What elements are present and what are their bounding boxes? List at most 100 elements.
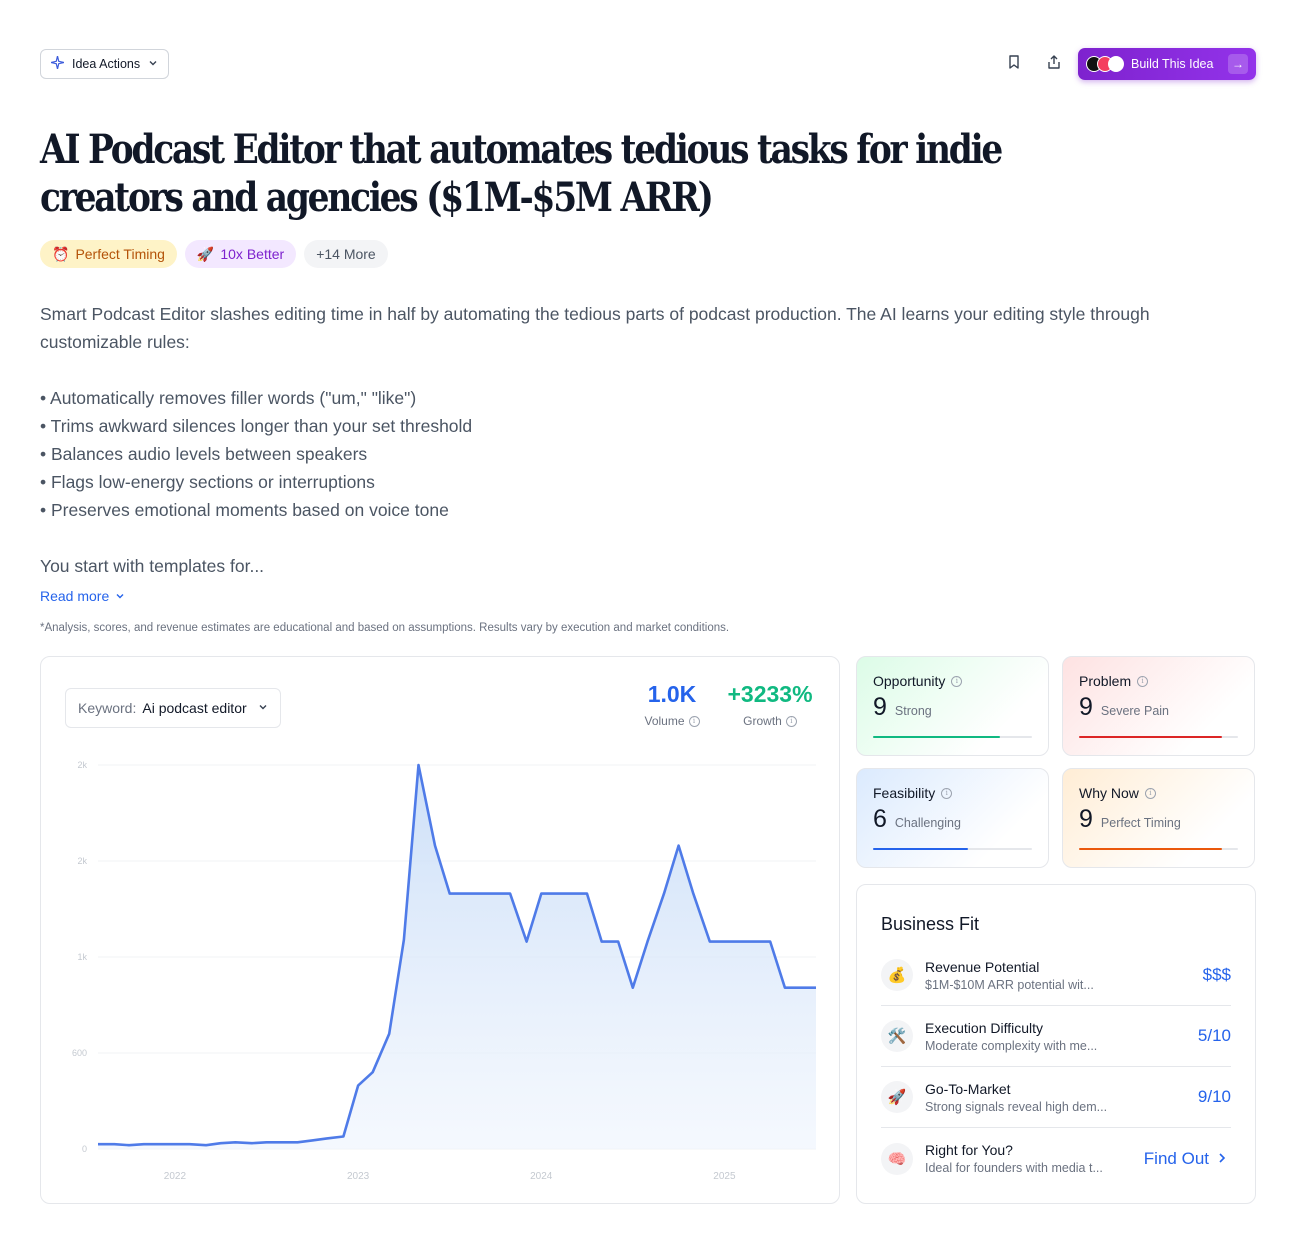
score-bar-fill [873, 736, 1001, 738]
read-more-label: Read more [40, 588, 110, 604]
score-value: 9 [1079, 693, 1093, 721]
business-fit-title: Business Fit [881, 914, 980, 934]
alarm-clock-icon: ⏰ [52, 245, 70, 262]
bookmark-button[interactable] [1002, 52, 1026, 76]
volume-stat: 1.0K Volume i [643, 681, 701, 728]
score-value: 6 [873, 805, 887, 833]
score-name: Why Now [1079, 785, 1139, 801]
row-subtitle: Strong signals reveal high dem... [925, 1099, 1108, 1114]
score-card-opportunity[interactable]: Opportunity i 9 Strong [856, 656, 1049, 756]
y-tick-label: 600 [72, 1048, 87, 1058]
description-outro: You start with templates for... [40, 556, 265, 576]
build-label: Build This Idea [1131, 57, 1214, 71]
tag-more-button[interactable]: +14 More [304, 240, 388, 268]
disclaimer: *Analysis, scores, and revenue estimates… [40, 622, 730, 634]
build-this-idea-button[interactable]: Build This Idea → [1078, 48, 1256, 80]
keyword-value: Ai podcast editor [142, 700, 247, 716]
arrow-right-icon: → [1228, 54, 1248, 74]
row-title: Execution Difficulty [925, 1019, 1044, 1036]
business-fit-row-revenue[interactable]: 💰 Revenue Potential $1M-$10M ARR potenti… [881, 945, 1231, 1006]
description-intro: Smart Podcast Editor slashes editing tim… [40, 304, 1150, 352]
y-tick-label: 0 [82, 1144, 87, 1154]
keyword-trend-card: 0 600 1k 2k 2k 2022 2023 2024 2025 Keyword: Ai p… [40, 656, 840, 1204]
share-icon [1046, 54, 1062, 75]
row-title: Go-To-Market [925, 1080, 1011, 1097]
row-title: Right for You? [925, 1142, 1013, 1158]
tag-label: +14 More [316, 246, 376, 262]
idea-actions-dropdown[interactable]: Idea Actions [40, 49, 170, 79]
tag-label: 10x Better [220, 246, 285, 262]
score-card-feasibility[interactable]: Feasibility i 6 Challenging [856, 768, 1049, 868]
info-icon[interactable]: i [688, 715, 700, 727]
row-title: Revenue Potential [925, 958, 1040, 975]
bookmark-icon [1006, 54, 1022, 75]
business-fit-card: Business Fit 💰 Revenue Potential $1M-$10… [856, 884, 1256, 1204]
growth-stat: +3233% Growth i [725, 681, 815, 728]
score-bar [1079, 736, 1238, 738]
score-name: Opportunity [873, 673, 946, 689]
info-icon[interactable]: i [785, 715, 797, 727]
description-bullet: • Flags low-energy sections or interrupt… [40, 472, 375, 492]
find-out-label: Find Out [1143, 1148, 1209, 1168]
row-value: 5/10 [1197, 1026, 1231, 1045]
read-more-link[interactable]: Read more [40, 588, 125, 604]
y-tick-label: 2k [77, 760, 87, 770]
info-icon[interactable]: i [1137, 675, 1149, 687]
description-bullet: • Automatically removes filler words ("u… [40, 388, 417, 408]
score-desc: Strong [894, 704, 932, 718]
score-value: 9 [1079, 805, 1093, 833]
business-fit-row-execution[interactable]: 🛠️ Execution Difficulty Moderate complex… [881, 1006, 1231, 1067]
x-tick-label: 2025 [713, 1171, 736, 1182]
chevron-down-icon [258, 702, 268, 715]
score-card-problem[interactable]: Problem i 9 Severe Pain [1062, 656, 1255, 756]
tool-logo-icon [1108, 56, 1124, 72]
x-tick-label: 2023 [347, 1171, 370, 1182]
score-bar [873, 848, 1032, 850]
info-icon[interactable]: i [941, 787, 953, 799]
description-bullet: • Balances audio levels between speakers [40, 444, 368, 464]
description-bullet: • Trims awkward silences longer than you… [40, 416, 473, 436]
idea-description: Smart Podcast Editor slashes editing tim… [40, 300, 1240, 580]
tag-label: Perfect Timing [75, 246, 165, 262]
score-name: Feasibility [873, 785, 936, 801]
chevron-down-icon [115, 588, 125, 604]
info-icon[interactable]: i [1144, 787, 1156, 799]
top-bar: Idea Actions Build This Idea → [40, 48, 1256, 80]
description-bullet: • Preserves emotional moments based on v… [40, 500, 449, 520]
score-bar-fill [1079, 736, 1223, 738]
idea-actions-label: Idea Actions [72, 57, 141, 71]
volume-value: 1.0K [647, 681, 697, 707]
score-desc: Challenging [894, 816, 961, 830]
row-value: $$$ [1202, 965, 1231, 984]
tag-perfect-timing[interactable]: ⏰ Perfect Timing [40, 240, 177, 268]
volume-label: Volume [644, 714, 685, 728]
business-fit-row-right-for-you[interactable]: 🧠 Right for You? Ideal for founders with… [881, 1128, 1231, 1189]
sparkle-icon [50, 55, 65, 72]
row-subtitle: Ideal for founders with media t... [925, 1161, 1103, 1175]
trend-chart: 0 600 1k 2k 2k 2022 2023 2024 2025 [72, 760, 816, 1182]
growth-label: Growth [743, 714, 782, 728]
score-card-why-now[interactable]: Why Now i 9 Perfect Timing [1062, 768, 1255, 868]
chevron-down-icon [148, 57, 158, 71]
row-subtitle: $1M-$10M ARR potential wit... [925, 977, 1094, 992]
page-title: AI Podcast Editor that automates tedious… [40, 126, 1003, 221]
score-bar-fill [1079, 848, 1223, 850]
find-out-link[interactable]: Find Out [1144, 1149, 1227, 1169]
money-bag-icon: 💰 [881, 959, 913, 991]
tag-10x-better[interactable]: 🚀 10x Better [184, 240, 297, 268]
keyword-selector[interactable]: Keyword: Ai podcast editor [65, 688, 281, 728]
row-subtitle: Moderate complexity with me... [925, 1038, 1098, 1053]
y-tick-label: 1k [77, 952, 87, 962]
score-value: 9 [873, 693, 887, 721]
row-value: 9/10 [1197, 1087, 1231, 1106]
business-fit-row-go-to-market[interactable]: 🚀 Go-To-Market Strong signals reveal hig… [881, 1067, 1231, 1128]
info-icon[interactable]: i [951, 675, 963, 687]
score-bar-fill [873, 848, 969, 850]
x-tick-label: 2024 [530, 1171, 553, 1182]
x-tick-label: 2022 [164, 1171, 187, 1182]
score-desc: Perfect Timing [1100, 816, 1181, 830]
growth-value: +3233% [727, 681, 813, 707]
rocket-icon: 🚀 [196, 245, 215, 262]
score-desc: Severe Pain [1100, 704, 1170, 718]
share-button[interactable] [1042, 52, 1066, 76]
